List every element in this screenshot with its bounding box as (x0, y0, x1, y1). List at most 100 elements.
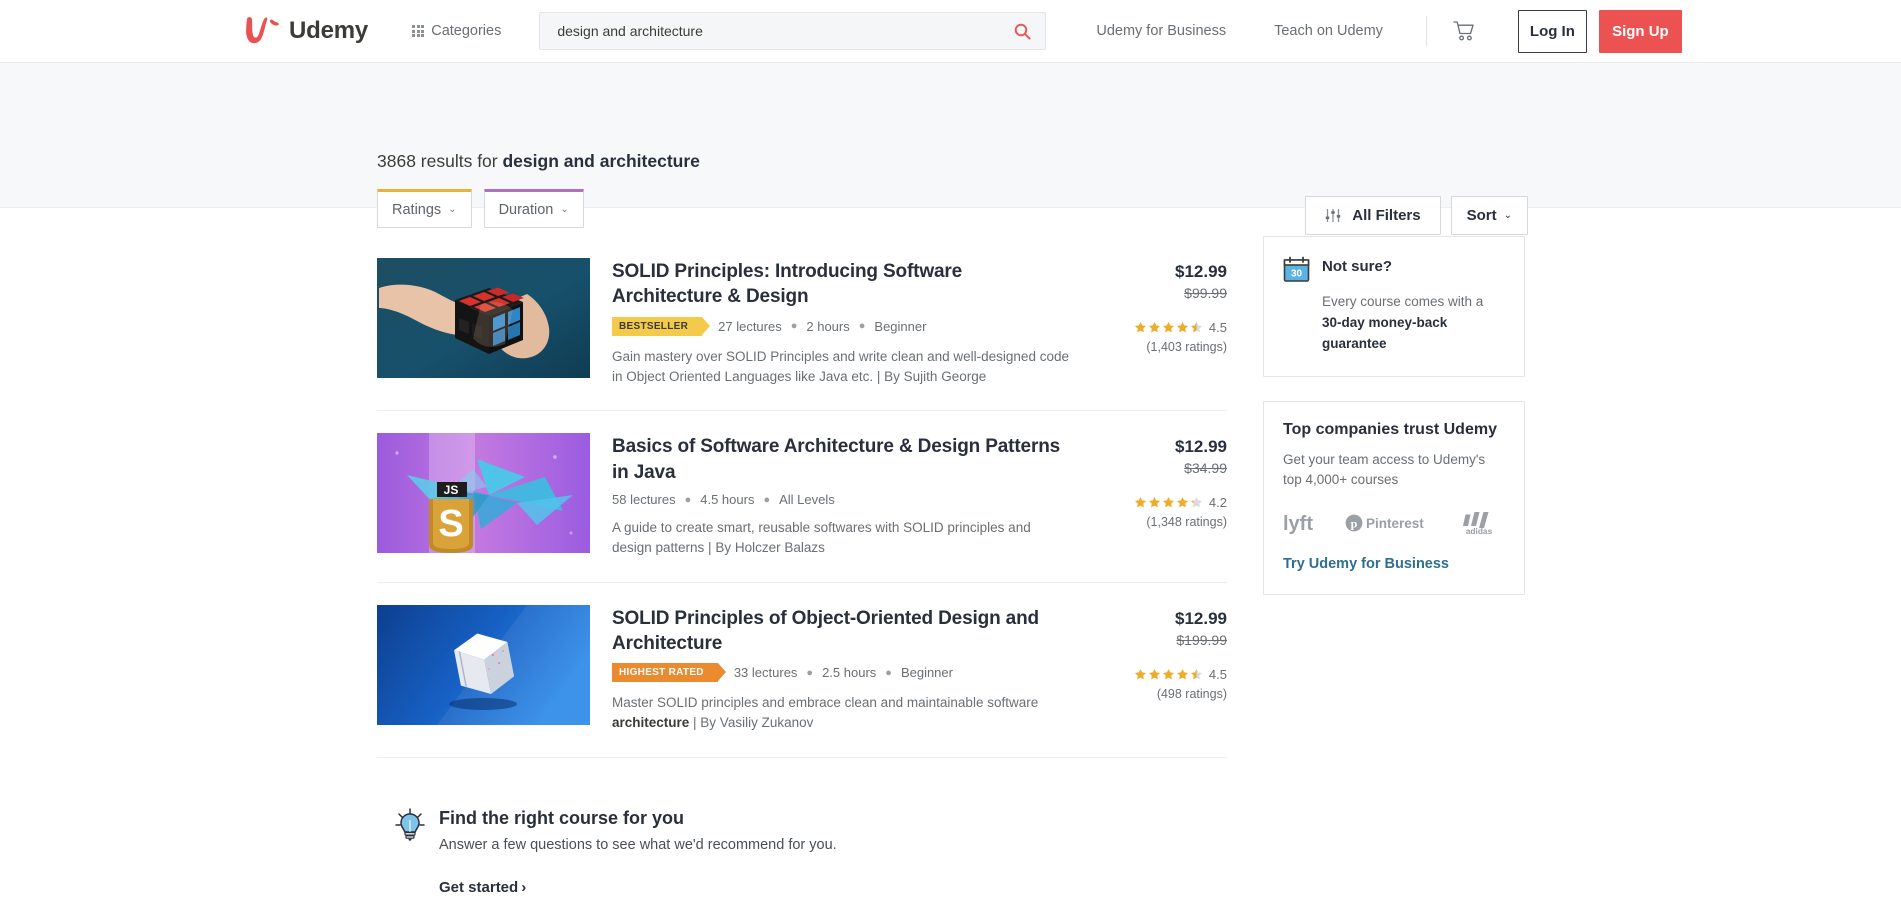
course-description-text: Gain mastery over SOLID Principles and w… (612, 348, 1069, 384)
results-query: design and architecture (502, 151, 700, 171)
all-filters-button[interactable]: All Filters (1305, 196, 1441, 235)
business-card-subtitle: Get your team access to Udemy's top 4,00… (1283, 451, 1486, 488)
course-rating-value: 4.2 (1208, 495, 1227, 511)
nav-udemy-for-business[interactable]: Udemy for Business (1096, 23, 1226, 39)
course-rating: 4.5 (1095, 320, 1227, 335)
star-icon (1176, 497, 1188, 508)
pinterest-logo-icon: p Pinterest (1345, 514, 1424, 532)
lyft-logo-icon: lyft (1283, 513, 1313, 534)
get-started-label: Get started (439, 879, 519, 897)
site-header: Udemy Categories Udemy for Business Teac… (0, 0, 1901, 63)
search-input[interactable] (557, 23, 1015, 39)
star-icon (1176, 668, 1188, 680)
filter-chip-ratings[interactable]: Ratings ⌄ (377, 189, 472, 228)
all-filters-label: All Filters (1352, 207, 1421, 224)
signup-button[interactable]: Sign Up (1598, 9, 1682, 53)
course-details: SOLID Principles: Introducing Software A… (612, 258, 1073, 386)
cta-subtitle: Answer a few questions to see what we'd … (439, 837, 837, 854)
grid-icon (412, 24, 425, 38)
course-title[interactable]: Basics of Software Architecture & Design… (612, 434, 1073, 485)
logo-text: Udemy (289, 17, 369, 44)
course-duration: 4.5 hours (700, 492, 755, 507)
course-ratings-count: (1,403 ratings) (1146, 340, 1227, 354)
course-meta: 58 lectures ● 4.5 hours ● All Levels (612, 492, 1073, 507)
star-half-icon (1190, 668, 1202, 680)
svg-text:S: S (438, 503, 463, 545)
white-cube-image (377, 604, 590, 725)
udemy-logo[interactable]: Udemy (242, 16, 368, 46)
course-meta: BESTSELLER 27 lectures ● 2 hours ● Begin… (612, 316, 1073, 336)
try-udemy-for-business-link[interactable]: Try Udemy for Business (1283, 556, 1449, 572)
course-description-highlight: architecture (612, 715, 690, 731)
course-lectures: 58 lectures (612, 492, 676, 507)
course-price-current: $12.99 (1175, 437, 1227, 457)
course-level: Beginner (874, 318, 927, 334)
course-card[interactable]: JS S Basics of Software Architecture & D… (377, 411, 1227, 583)
meta-dot-icon: ● (684, 493, 692, 506)
rubiks-cube-image (377, 258, 590, 378)
results-count-title: 3868 results for design and architecture (377, 63, 1901, 172)
course-lectures: 27 lectures (718, 318, 782, 334)
course-title[interactable]: SOLID Principles: Introducing Software A… (612, 259, 1073, 310)
star-rating-icons (1134, 496, 1203, 509)
course-ratings-count: (1,348 ratings) (1146, 515, 1227, 530)
svg-text:Pinterest: Pinterest (1366, 516, 1424, 531)
filter-chip-row: Ratings ⌄ Duration ⌄ (377, 189, 1901, 228)
course-card[interactable]: SOLID Principles: Introducing Software A… (377, 236, 1227, 412)
chevron-right-icon: › (521, 879, 527, 897)
meta-dot-icon: ● (858, 320, 866, 333)
star-icon (1176, 321, 1188, 333)
results-count-text: 3868 results for (377, 151, 503, 171)
course-price-current: $12.99 (1175, 262, 1227, 281)
categories-menu[interactable]: Categories (412, 23, 501, 39)
course-description-text: Master SOLID principles and embrace clea… (612, 695, 1039, 711)
course-details: SOLID Principles of Object-Oriented Desi… (612, 605, 1073, 733)
star-icon (1148, 668, 1160, 680)
udemy-logo-icon (246, 17, 279, 44)
business-card-title: Top companies trust Udemy (1283, 420, 1497, 438)
sort-button[interactable]: Sort ⌄ (1450, 196, 1528, 235)
course-price-original: $99.99 (1184, 285, 1227, 301)
course-pricing: $12.99 $99.99 4.5 (1,403 ratings) (1095, 258, 1227, 386)
course-card[interactable]: SOLID Principles of Object-Oriented Desi… (377, 583, 1227, 759)
star-icon (1134, 668, 1146, 680)
categories-label: Categories (431, 23, 502, 39)
star-icon (1162, 497, 1174, 508)
course-duration: 2 hours (806, 318, 850, 334)
nav-teach-on-udemy[interactable]: Teach on Udemy (1274, 23, 1383, 39)
java-shield-image: JS S (377, 433, 590, 554)
course-pricing: $12.99 $34.99 4.2 (1,348 ratings) (1095, 433, 1227, 557)
filter-chip-ratings-label: Ratings (392, 201, 442, 218)
course-rating: 4.2 (1095, 495, 1227, 510)
shopping-cart-icon (1453, 21, 1474, 41)
sort-label: Sort (1466, 207, 1497, 224)
svg-text:30: 30 (1291, 269, 1303, 280)
svg-text:JS: JS (444, 483, 459, 497)
guarantee-title: Not sure? (1322, 258, 1393, 275)
course-results-list: SOLID Principles: Introducing Software A… (377, 236, 1227, 897)
filter-chip-duration-label: Duration (498, 201, 554, 218)
course-thumbnail (377, 258, 590, 378)
search-bar[interactable] (539, 12, 1047, 50)
filter-actions: All Filters Sort ⌄ (1305, 196, 1528, 235)
login-button[interactable]: Log In (1517, 9, 1587, 53)
star-icon (1162, 321, 1174, 333)
course-rating: 4.5 (1095, 667, 1227, 682)
course-rating-value: 4.5 (1208, 320, 1227, 335)
course-thumbnail: JS S (377, 433, 590, 554)
search-submit-button[interactable] (1014, 23, 1031, 40)
course-duration: 2.5 hours (822, 665, 877, 681)
course-price-original: $199.99 (1176, 631, 1227, 648)
star-rating-icons (1134, 321, 1203, 334)
guarantee-body: Every course comes with a 30-day money-b… (1322, 292, 1504, 355)
cart-button[interactable] (1453, 20, 1476, 42)
course-badge: BESTSELLER (612, 316, 711, 336)
get-started-link[interactable]: Get started › (439, 879, 526, 896)
guarantee-body-bold: 30-day money-back guarantee (1322, 314, 1448, 351)
course-thumbnail (377, 604, 590, 725)
course-title[interactable]: SOLID Principles of Object-Oriented Desi… (612, 606, 1073, 657)
course-level: Beginner (900, 665, 953, 681)
meta-dot-icon: ● (806, 666, 814, 679)
filter-chip-duration[interactable]: Duration ⌄ (483, 189, 584, 228)
chevron-down-icon: ⌄ (448, 204, 457, 215)
